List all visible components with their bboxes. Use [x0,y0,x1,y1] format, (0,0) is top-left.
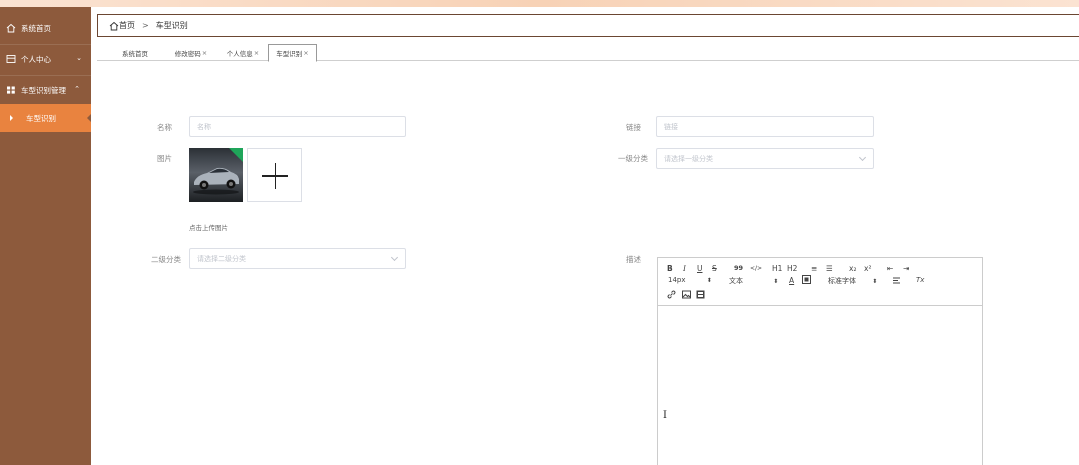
description-label: 描述 [626,255,641,264]
outdent-button[interactable]: ⇤ [887,264,893,273]
font-family-select[interactable]: 标准字体 ⬍ [828,276,877,286]
chevron-up-icon: ⌃ [74,85,80,93]
upload-hint: 点击上传图片 [189,224,228,232]
sidebar-item-label: 车型识别管理 [21,85,66,95]
close-icon[interactable]: × [254,49,259,57]
video-icon[interactable] [696,290,705,301]
select-arrow-icon: ⬍ [706,277,712,284]
name-input[interactable]: 名称 [189,116,406,137]
name-placeholder: 名称 [197,122,211,131]
top-accent-bar [0,0,1079,7]
sidebar: 系统首页 个人中心 ⌄ 车型识别管理 ⌃ 车型识别 [0,7,91,465]
active-indicator [87,114,91,122]
indent-button[interactable]: ⇥ [903,264,909,273]
breadcrumb-separator: > [142,21,149,30]
category2-placeholder: 请选择二级分类 [197,254,246,263]
header2-button[interactable]: H2 [787,264,797,273]
category1-select[interactable]: 请选择一级分类 [656,148,874,169]
uploaded-car-image[interactable] [189,148,243,202]
home-icon [109,21,119,30]
sidebar-item-home[interactable]: 系统首页 [0,14,91,42]
close-icon[interactable]: × [202,49,207,57]
tab-bar: 系统首页 修改密码 × 个人信息 × 车型识别 × [97,41,1079,62]
category1-placeholder: 请选择一级分类 [664,154,713,163]
subscript-button[interactable]: x₂ [849,264,856,273]
home-icon [6,23,16,33]
tab-label: 个人信息 [226,50,253,58]
sidebar-item-car-recognition[interactable]: 车型识别 [0,104,91,132]
text-cursor-icon: I [663,410,667,421]
name-label: 名称 [157,123,172,132]
font-size-value: 14px [668,276,686,284]
breadcrumb-current: 车型识别 [155,21,188,30]
text-style-select[interactable]: 文本 ⬍ [729,276,778,286]
ordered-list-button[interactable]: ≡ [811,264,817,273]
link-input[interactable]: 链接 [656,116,874,137]
close-icon[interactable]: × [303,49,308,57]
chevron-down-icon [858,153,867,162]
category2-select[interactable]: 请选择二级分类 [189,248,406,269]
tab-label: 车型识别 [276,50,303,58]
align-icon[interactable] [892,276,901,287]
selected-corner-badge [229,148,243,162]
background-color-icon[interactable] [802,275,811,286]
link-placeholder: 链接 [664,122,678,131]
image-icon[interactable] [682,290,691,301]
select-arrow-icon: ⬍ [773,278,779,285]
link-icon[interactable] [667,290,676,301]
grid-icon [6,85,16,95]
tab-car-recognition[interactable]: 车型识别 × [268,44,317,62]
tab-personal-info[interactable]: 个人信息 × [223,45,263,61]
underline-button[interactable]: U [697,264,703,273]
image-label: 图片 [157,154,172,163]
caret-right-icon [10,115,13,121]
breadcrumb: 首页 > 车型识别 [97,14,1079,37]
bold-button[interactable]: B [667,264,673,273]
code-block-button[interactable]: </> [750,265,762,272]
user-center-icon [6,54,16,64]
editor-toolbar: B I U S 99 </> H1 H2 ≡ ☰ x₂ x² ⇤ ⇥ 14px … [658,258,982,306]
text-style-value: 文本 [729,277,743,285]
italic-button[interactable]: I [683,264,686,273]
sidebar-item-label: 车型识别 [26,113,56,123]
font-family-value: 标准字体 [828,277,856,285]
upload-image-button[interactable] [247,148,302,202]
category1-label: 一级分类 [618,154,648,163]
tab-change-password[interactable]: 修改密码 × [171,45,211,61]
chevron-down-icon: ⌄ [76,54,82,62]
select-arrow-icon: ⬍ [872,278,878,285]
tab-home[interactable]: 系统首页 [115,45,155,61]
tab-label: 系统首页 [122,50,148,58]
sidebar-item-personal-center[interactable]: 个人中心 ⌄ [0,45,91,73]
sidebar-item-label: 个人中心 [21,54,51,64]
blockquote-button[interactable]: 99 [734,264,743,272]
clear-format-button[interactable]: Tx [916,276,924,284]
font-size-select[interactable]: 14px ⬍ [668,276,712,284]
superscript-button[interactable]: x² [864,264,871,273]
description-editor: B I U S 99 </> H1 H2 ≡ ☰ x₂ x² ⇤ ⇥ 14px … [657,257,983,465]
category2-label: 二级分类 [151,255,181,264]
header1-button[interactable]: H1 [772,264,782,273]
link-label: 链接 [626,123,641,132]
font-color-button[interactable]: A [789,276,794,285]
chevron-down-icon [390,253,399,262]
bullet-list-button[interactable]: ☰ [826,264,833,273]
strike-button[interactable]: S [712,264,717,273]
breadcrumb-home[interactable]: 首页 [109,20,135,31]
breadcrumb-home-label: 首页 [119,21,135,30]
tab-label: 修改密码 [174,50,201,58]
sidebar-item-car-recognition-management[interactable]: 车型识别管理 ⌃ [0,76,91,104]
sidebar-item-label: 系统首页 [21,23,51,33]
